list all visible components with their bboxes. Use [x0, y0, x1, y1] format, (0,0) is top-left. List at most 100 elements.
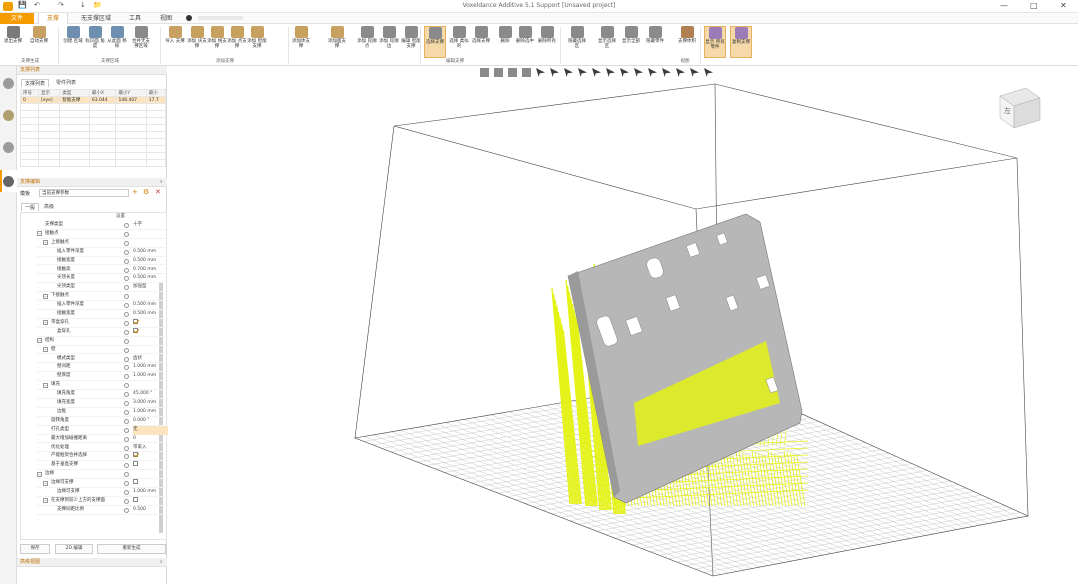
- param-value[interactable]: 45.000 °: [133, 390, 152, 399]
- info-icon[interactable]: [124, 498, 129, 504]
- info-icon[interactable]: [124, 445, 129, 451]
- param-row[interactable]: 盒穿孔: [37, 327, 173, 337]
- ribbon-button[interactable]: 导入 支撑: [164, 26, 186, 58]
- tab-support[interactable]: 支撑: [38, 13, 68, 24]
- param-checkbox[interactable]: [133, 479, 138, 485]
- tab-file[interactable]: 文件: [0, 13, 34, 24]
- info-icon[interactable]: [124, 240, 129, 246]
- info-icon[interactable]: [124, 409, 129, 415]
- param-value[interactable]: 0.500: [133, 506, 146, 515]
- info-icon[interactable]: [124, 312, 129, 317]
- param-value[interactable]: 带束入: [133, 444, 147, 453]
- info-icon[interactable]: [124, 231, 129, 237]
- parts-icon[interactable]: [3, 78, 14, 89]
- param-checkbox[interactable]: [133, 327, 138, 333]
- tab-tools[interactable]: 工具: [120, 13, 150, 24]
- ribbon-button[interactable]: 选择支撑: [470, 26, 492, 58]
- ribbon-button[interactable]: 支撑体积: [676, 26, 698, 58]
- info-icon[interactable]: [124, 472, 129, 478]
- info-icon[interactable]: [124, 392, 129, 398]
- ribbon-button[interactable]: 选择 类似的: [448, 26, 470, 58]
- record-icon[interactable]: [186, 15, 192, 21]
- table-column-header[interactable]: 类型: [59, 89, 90, 97]
- param-row[interactable]: 接触宽度 0.500 mm: [37, 310, 173, 319]
- info-icon[interactable]: [124, 294, 129, 300]
- info-icon[interactable]: [124, 463, 129, 469]
- info-icon[interactable]: [124, 383, 129, 389]
- collapse-toggle-icon[interactable]: −: [43, 240, 48, 246]
- param-value[interactable]: 3.000 mm: [133, 399, 156, 408]
- tab-no-support-area[interactable]: 无支撑区域: [72, 13, 120, 24]
- delete-template-icon[interactable]: ✕: [155, 188, 161, 196]
- ribbon-button[interactable]: 添加体支撑: [290, 26, 312, 58]
- ribbon-button[interactable]: 添加 轮廓点: [356, 26, 378, 58]
- collapse-toggle-icon[interactable]: −: [37, 338, 42, 344]
- param-value[interactable]: 0: [133, 435, 136, 444]
- param-row[interactable]: − 壁: [37, 346, 173, 355]
- param-row[interactable]: − 下接触点: [37, 292, 173, 302]
- info-icon[interactable]: [124, 427, 129, 433]
- param-value[interactable]: 无: [133, 425, 173, 435]
- table-column-header[interactable]: 显示: [37, 89, 61, 97]
- param-row[interactable]: 模式类型 齿状: [37, 355, 173, 364]
- param-value[interactable]: 加强型: [133, 283, 147, 292]
- param-row[interactable]: 壁间距 1.000 mm: [37, 363, 173, 373]
- close-icon[interactable]: ✕: [1060, 1, 1067, 10]
- collapse-toggle-icon[interactable]: −: [43, 480, 48, 486]
- info-icon[interactable]: [124, 356, 129, 362]
- ribbon-button[interactable]: 复制支撑: [730, 26, 752, 58]
- fit-icon[interactable]: [508, 68, 517, 77]
- tab-view[interactable]: 视图: [152, 13, 180, 24]
- ribbon-button[interactable]: 添加 智能支撑: [246, 26, 268, 58]
- param-row[interactable]: 尖顶类型 加强型: [37, 283, 173, 293]
- support-icon[interactable]: [3, 110, 14, 121]
- edit-2d-button[interactable]: 2D 编辑: [55, 544, 93, 554]
- ribbon-button[interactable]: 显示选择区: [596, 26, 618, 58]
- param-row[interactable]: − 上接触点: [37, 239, 173, 248]
- param-row[interactable]: 尖顶长度 0.500 mm: [37, 274, 173, 284]
- info-icon[interactable]: [124, 374, 129, 380]
- analysis-icon[interactable]: [3, 142, 14, 153]
- info-icon[interactable]: [124, 223, 129, 228]
- chevron-up-icon[interactable]: ∧: [159, 558, 163, 567]
- tab-support-list[interactable]: 支撑列表: [21, 79, 50, 87]
- param-row[interactable]: 插入零件深度 0.500 mm: [37, 301, 173, 310]
- tab-advanced[interactable]: 高级: [41, 203, 57, 211]
- info-icon[interactable]: [124, 303, 129, 309]
- info-icon[interactable]: [124, 249, 129, 255]
- info-icon[interactable]: [124, 365, 129, 371]
- param-row[interactable]: − 接触点: [37, 230, 173, 239]
- param-value[interactable]: 0.000 °: [133, 417, 150, 426]
- param-row[interactable]: − 填充: [37, 381, 173, 391]
- ribbon-button[interactable]: 添加 块支撑: [186, 26, 208, 58]
- param-row[interactable]: − 边缘可支撑: [37, 479, 173, 488]
- param-row[interactable]: 壁厚度 1.000 mm: [37, 372, 173, 382]
- param-row[interactable]: 优化处理 带束入: [37, 444, 173, 453]
- ribbon-button[interactable]: 删除: [494, 26, 516, 58]
- info-icon[interactable]: [124, 436, 129, 442]
- ribbon-button[interactable]: 退出支撑: [2, 26, 24, 58]
- info-icon[interactable]: [124, 418, 129, 424]
- param-value[interactable]: 1.000 mm: [133, 408, 156, 417]
- view-cube[interactable]: 左: [999, 87, 1041, 129]
- param-row[interactable]: 最大增加碰撞距离 0: [37, 435, 173, 444]
- param-value[interactable]: 齿状: [133, 355, 142, 364]
- tab-part-list[interactable]: 零件列表: [53, 79, 79, 87]
- info-icon[interactable]: [124, 347, 129, 353]
- ribbon-button[interactable]: 自动支撑: [28, 26, 50, 58]
- param-value[interactable]: 0.500 mm: [133, 257, 156, 266]
- param-row[interactable]: 接触宽度 0.500 mm: [37, 257, 173, 266]
- regenerate-button[interactable]: 重新生成: [97, 544, 166, 554]
- info-icon[interactable]: [124, 507, 129, 513]
- table-column-header[interactable]: 最小: [145, 89, 167, 97]
- ribbon-button[interactable]: 合并无支撑区域: [130, 26, 152, 58]
- search-box[interactable]: [198, 16, 243, 20]
- param-row[interactable]: 旋转角度 0.000 °: [37, 417, 173, 426]
- 3d-viewport[interactable]: 左: [168, 66, 1078, 584]
- support-list-header[interactable]: 支撑列表: [17, 66, 167, 75]
- param-value[interactable]: 1.000 mm: [133, 488, 156, 497]
- info-icon[interactable]: [124, 490, 129, 495]
- param-row[interactable]: 产能框架合并选择: [37, 452, 173, 462]
- view-grid-icon[interactable]: [494, 68, 503, 77]
- info-icon[interactable]: [124, 401, 129, 406]
